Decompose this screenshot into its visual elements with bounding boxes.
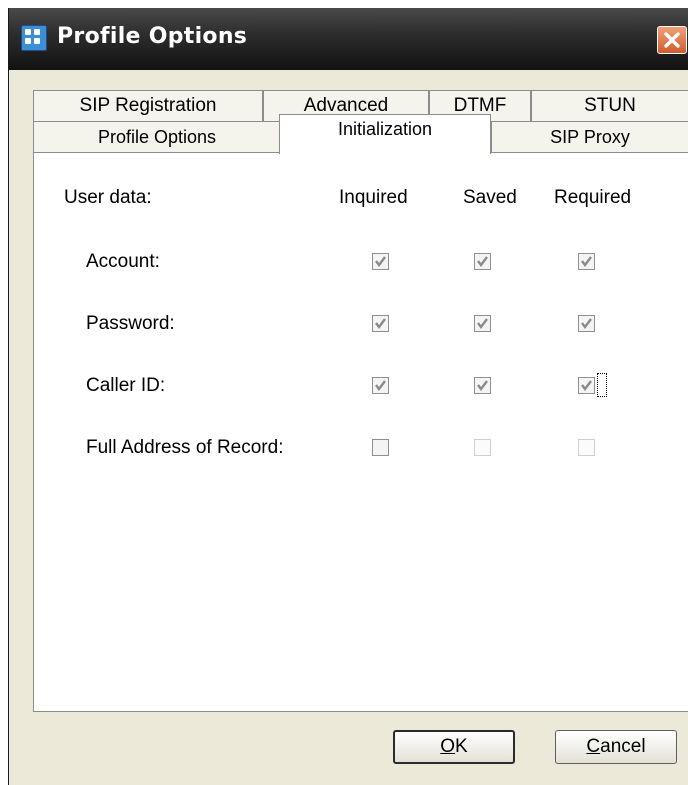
tab-profile-options[interactable]: Profile Options <box>33 121 281 153</box>
cancel-mnemonic: C <box>586 736 601 757</box>
focus-indicator <box>597 373 607 397</box>
row-label-full-address-of-record: Full Address of Record: <box>86 437 284 458</box>
row-label-password: Password: <box>86 313 175 334</box>
row-label-caller-id: Caller ID: <box>86 375 166 396</box>
tab-initialization[interactable]: Initialization <box>279 114 491 154</box>
ok-button[interactable]: OK <box>393 730 515 764</box>
full-address-saved-checkbox[interactable] <box>474 439 491 456</box>
cancel-button[interactable]: Cancel <box>555 730 677 764</box>
password-required-checkbox[interactable] <box>578 315 595 332</box>
account-saved-checkbox[interactable] <box>474 253 491 270</box>
close-button[interactable] <box>657 26 687 54</box>
ok-mnemonic: O <box>440 736 456 757</box>
dialog-window: Profile Options SIP Registration Advance… <box>8 8 688 785</box>
password-saved-checkbox[interactable] <box>474 315 491 332</box>
caller-id-required-checkbox[interactable] <box>578 377 595 394</box>
full-address-required-checkbox[interactable] <box>578 439 595 456</box>
tab-stun[interactable]: STUN <box>531 90 688 122</box>
cancel-label-rest: ancel <box>600 736 646 757</box>
profile-grid-icon <box>21 25 47 51</box>
column-inquired: Inquired <box>339 187 408 208</box>
caller-id-inquired-checkbox[interactable] <box>372 377 389 394</box>
account-inquired-checkbox[interactable] <box>372 253 389 270</box>
column-required: Required <box>554 187 632 208</box>
tab-sip-registration[interactable]: SIP Registration <box>33 90 263 122</box>
caller-id-saved-checkbox[interactable] <box>474 377 491 394</box>
title-bar[interactable]: Profile Options <box>9 8 688 70</box>
ok-label-rest: K <box>455 736 468 757</box>
initialization-panel: User data: Inquired Saved Required Accou… <box>33 152 688 712</box>
close-x-icon <box>664 32 680 48</box>
tab-sip-proxy[interactable]: SIP Proxy <box>491 121 688 153</box>
password-inquired-checkbox[interactable] <box>372 315 389 332</box>
account-required-checkbox[interactable] <box>578 253 595 270</box>
dialog-title: Profile Options <box>57 24 248 49</box>
row-label-account: Account: <box>86 251 160 272</box>
user-data-heading: User data: <box>64 187 152 208</box>
full-address-inquired-checkbox[interactable] <box>372 439 389 456</box>
column-saved: Saved <box>463 187 517 208</box>
